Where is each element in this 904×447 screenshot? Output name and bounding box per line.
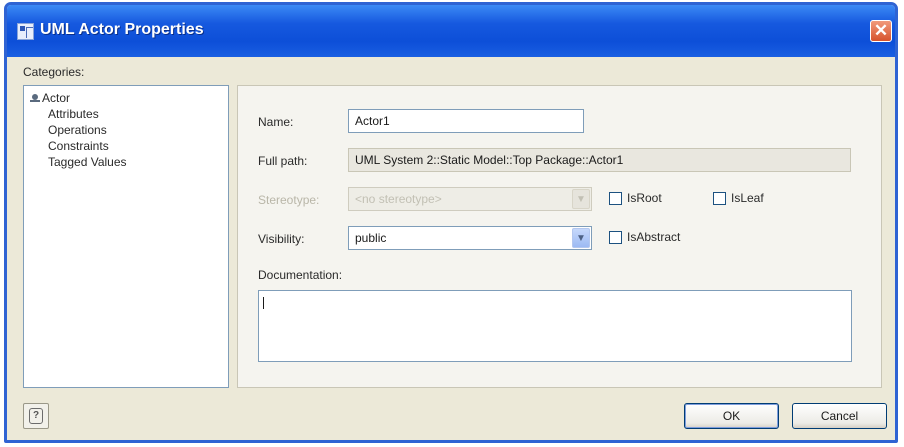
isabstract-checkbox[interactable] [609,231,622,244]
visibility-label: Visibility: [258,232,305,246]
isroot-label: IsRoot [627,191,662,205]
full-path-field: UML System 2::Static Model::Top Package:… [348,148,851,172]
category-tagged-values[interactable]: Tagged Values [48,155,127,169]
properties-panel: Name: Actor1 Full path: UML System 2::St… [237,85,882,388]
properties-dialog: UML Actor Properties ✕ Categories: Actor… [4,2,898,443]
close-icon[interactable]: ✕ [870,20,892,42]
text-caret [263,297,264,309]
categories-tree: Actor Attributes Operations Constraints … [23,85,229,388]
visibility-select[interactable]: public ▼ [348,226,592,250]
documentation-textarea[interactable] [258,290,852,362]
documentation-label: Documentation: [258,268,343,282]
actor-icon [30,94,40,106]
dialog-icon [17,23,34,40]
ok-button[interactable]: OK [684,403,779,429]
category-actor[interactable]: Actor [42,91,70,105]
category-operations[interactable]: Operations [48,123,107,137]
stereotype-value: <no stereotype> [355,192,442,206]
category-constraints[interactable]: Constraints [48,139,109,153]
chevron-down-icon: ▼ [572,189,590,209]
dialog-title: UML Actor Properties [40,21,204,38]
name-label: Name: [258,115,294,129]
stereotype-select: <no stereotype> ▼ [348,187,592,211]
title-bar[interactable]: UML Actor Properties ✕ [7,5,895,57]
categories-label: Categories: [23,65,85,79]
category-attributes[interactable]: Attributes [48,107,99,121]
visibility-value: public [355,231,387,245]
name-input[interactable]: Actor1 [348,109,584,133]
isleaf-label: IsLeaf [731,191,764,205]
help-button[interactable]: ? [23,403,49,429]
full-path-label: Full path: [258,154,308,168]
isabstract-label: IsAbstract [627,230,681,244]
chevron-down-icon[interactable]: ▼ [572,228,590,248]
stereotype-label: Stereotype: [258,193,320,207]
isleaf-checkbox[interactable] [713,192,726,205]
help-icon: ? [29,408,43,424]
cancel-button[interactable]: Cancel [792,403,887,429]
isroot-checkbox[interactable] [609,192,622,205]
